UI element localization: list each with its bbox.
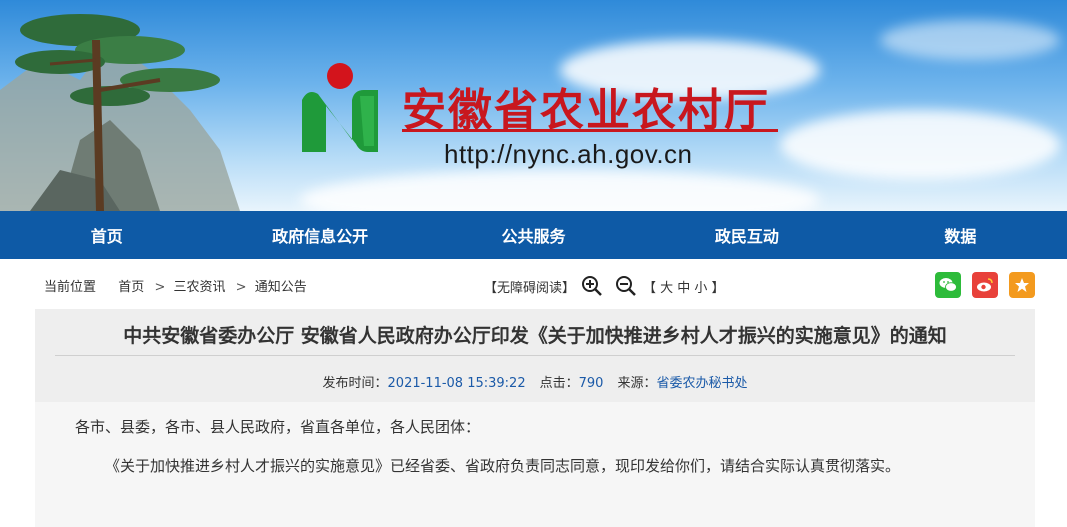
header-divider — [55, 355, 1015, 356]
nav-item-interaction[interactable]: 政民互动 — [640, 223, 853, 247]
click-count: 790 — [578, 376, 604, 391]
breadcrumb-notices[interactable]: 通知公告 — [255, 280, 307, 295]
weibo-icon[interactable] — [972, 272, 998, 298]
article-header: 中共安徽省委办公厅 安徽省人民政府办公厅印发《关于加快推进乡村人才振兴的实施意见… — [35, 309, 1035, 402]
clicks-label: 点击： — [539, 376, 579, 391]
accessibility-tools: 【无障碍阅读】 【 大 中 小 】 — [484, 275, 725, 297]
article-body: 各市、县委，各市、县人民政府，省直各单位，各人民团体： 《关于加快推进乡村人才振… — [35, 402, 1035, 527]
article-meta: 发布时间：2021-11-08 15:39:22 点击：790 来源：省委农办秘书处 — [35, 372, 1035, 391]
pine-mountain-illustration — [0, 14, 240, 211]
title-underline — [402, 129, 778, 132]
department-logo — [302, 63, 378, 152]
favorite-icon[interactable] — [1009, 272, 1035, 298]
site-banner: 安徽省农业农村厅 http://nync.ah.gov.cn — [0, 0, 1067, 211]
body-paragraph: 各市、县委，各市、县人民政府，省直各单位，各人民团体： — [75, 418, 481, 436]
zoom-out-icon[interactable] — [615, 275, 637, 297]
article-toolbar: 当前位置 首页 > 三农资讯 > 通知公告 【无障碍阅读】 【 大 中 小 】 — [0, 262, 1067, 306]
publish-time-label: 发布时间： — [322, 376, 388, 391]
wechat-icon[interactable] — [935, 272, 961, 298]
font-size-selector[interactable]: 【 大 中 小 】 — [643, 277, 725, 296]
publish-time: 2021-11-08 15:39:22 — [387, 376, 526, 391]
breadcrumb-separator: > — [154, 280, 166, 295]
article-title: 中共安徽省委办公厅 安徽省人民政府办公厅印发《关于加快推进乡村人才振兴的实施意见… — [123, 325, 947, 347]
site-url[interactable]: http://nync.ah.gov.cn — [444, 139, 693, 170]
source-label: 来源： — [617, 376, 657, 391]
barrier-free-link[interactable]: 【无障碍阅读】 — [484, 277, 575, 296]
main-nav: 首页 政府信息公开 公共服务 政民互动 数据 — [0, 211, 1067, 259]
zoom-in-icon[interactable] — [581, 275, 603, 297]
nav-item-data[interactable]: 数据 — [854, 223, 1067, 247]
breadcrumb-home[interactable]: 首页 — [118, 280, 144, 295]
nav-item-home[interactable]: 首页 — [0, 223, 213, 247]
breadcrumb: 当前位置 首页 > 三农资讯 > 通知公告 — [44, 276, 309, 295]
nav-item-public-service[interactable]: 公共服务 — [427, 223, 640, 247]
breadcrumb-separator: > — [235, 280, 247, 295]
nav-item-gov-info[interactable]: 政府信息公开 — [213, 223, 426, 247]
article-source: 省委农办秘书处 — [656, 376, 748, 391]
breadcrumb-label: 当前位置 — [44, 280, 97, 295]
breadcrumb-news[interactable]: 三农资讯 — [174, 280, 226, 295]
body-paragraph: 《关于加快推进乡村人才振兴的实施意见》已经省委、省政府负责同志同意，现印发给你们… — [105, 457, 901, 475]
